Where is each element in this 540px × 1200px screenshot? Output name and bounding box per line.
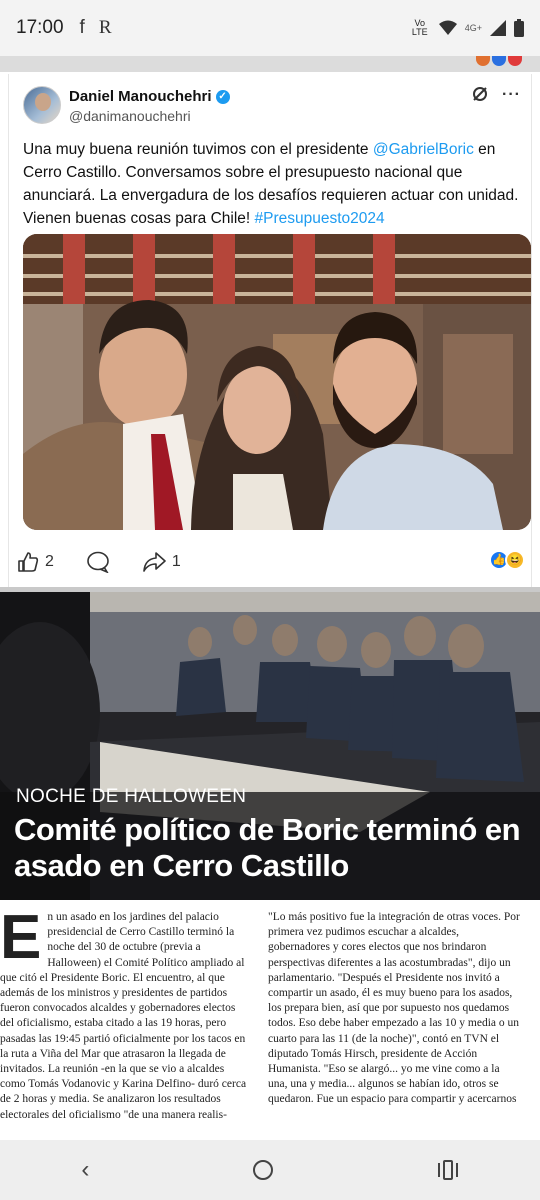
mention-link[interactable]: @GabrielBoric bbox=[373, 141, 474, 158]
news-clipping[interactable]: NOCHE DE HALLOWEEN Comité político de Bo… bbox=[0, 592, 540, 1140]
article-column-left: E n un asado en los jardines del palacio… bbox=[0, 903, 252, 1123]
signal-icon bbox=[490, 20, 506, 36]
reaction-summary[interactable]: 👍 😆 bbox=[489, 550, 525, 570]
article-col2-text: "Lo más positivo fue la integración de o… bbox=[268, 911, 520, 1106]
home-icon[interactable] bbox=[252, 1159, 274, 1181]
battery-icon bbox=[514, 19, 524, 37]
more-icon[interactable]: ··· bbox=[502, 86, 521, 104]
comment-icon bbox=[87, 551, 109, 573]
avatar[interactable] bbox=[23, 86, 61, 124]
facebook-notification-icon: f bbox=[79, 17, 85, 38]
tweet-text-before: Una muy buena reunión tuvimos con el pre… bbox=[23, 141, 373, 158]
volte-label: Vo LTE bbox=[411, 18, 428, 37]
like-button[interactable]: 2 bbox=[17, 551, 54, 573]
author-name: Daniel Manouchehri bbox=[69, 88, 212, 105]
status-right: Vo LTE 4G+ bbox=[409, 19, 524, 37]
article-column-right: "Lo más positivo fue la integración de o… bbox=[268, 910, 520, 1108]
like-icon bbox=[18, 552, 39, 572]
verified-icon: ✓ bbox=[215, 89, 230, 104]
tweet-actions-top: ··· bbox=[472, 86, 521, 104]
r-app-notification-icon: R bbox=[98, 17, 112, 38]
back-icon[interactable]: ‹ bbox=[81, 1156, 89, 1184]
share-icon bbox=[143, 552, 166, 572]
status-bar: 17:00 f R Vo LTE 4G+ bbox=[0, 0, 540, 56]
tweet-author[interactable]: Daniel Manouchehri ✓ bbox=[69, 88, 230, 105]
tweet-text: Una muy buena reunión tuvimos con el pre… bbox=[23, 138, 523, 230]
tweet-photo[interactable] bbox=[23, 234, 531, 530]
grok-icon[interactable] bbox=[472, 86, 488, 102]
news-kicker: NOCHE DE HALLOWEEN bbox=[16, 786, 247, 807]
hashtag-link[interactable]: #Presupuesto2024 bbox=[255, 210, 385, 227]
wifi-icon bbox=[438, 20, 457, 35]
share-button[interactable]: 1 bbox=[142, 551, 181, 573]
share-count: 1 bbox=[171, 553, 181, 570]
news-article: E n un asado en los jardines del palacio… bbox=[0, 903, 540, 1140]
dropcap: E bbox=[0, 903, 42, 972]
comment-button[interactable] bbox=[86, 551, 110, 573]
selfie-image bbox=[23, 234, 531, 530]
network-type-label: 4G+ bbox=[464, 23, 482, 33]
reaction-bar: 2 1 👍 😆 bbox=[9, 544, 533, 580]
tweet-frame: Daniel Manouchehri ✓ @danimanouchehri ··… bbox=[8, 74, 532, 587]
author-handle[interactable]: @danimanouchehri bbox=[69, 108, 191, 124]
previous-post-edge bbox=[0, 56, 540, 72]
like-count: 2 bbox=[45, 553, 54, 570]
status-time: 17:00 bbox=[16, 17, 64, 38]
system-nav-bar: ‹ bbox=[0, 1140, 540, 1200]
haha-reaction-icon: 😆 bbox=[505, 550, 525, 570]
tweet-card[interactable]: Daniel Manouchehri ✓ @danimanouchehri ··… bbox=[0, 72, 540, 587]
reaction-dots bbox=[476, 56, 522, 66]
news-photo: NOCHE DE HALLOWEEN Comité político de Bo… bbox=[0, 592, 540, 900]
news-headline: Comité político de Boric terminó en asad… bbox=[14, 812, 521, 883]
recents-icon[interactable] bbox=[437, 1159, 459, 1181]
